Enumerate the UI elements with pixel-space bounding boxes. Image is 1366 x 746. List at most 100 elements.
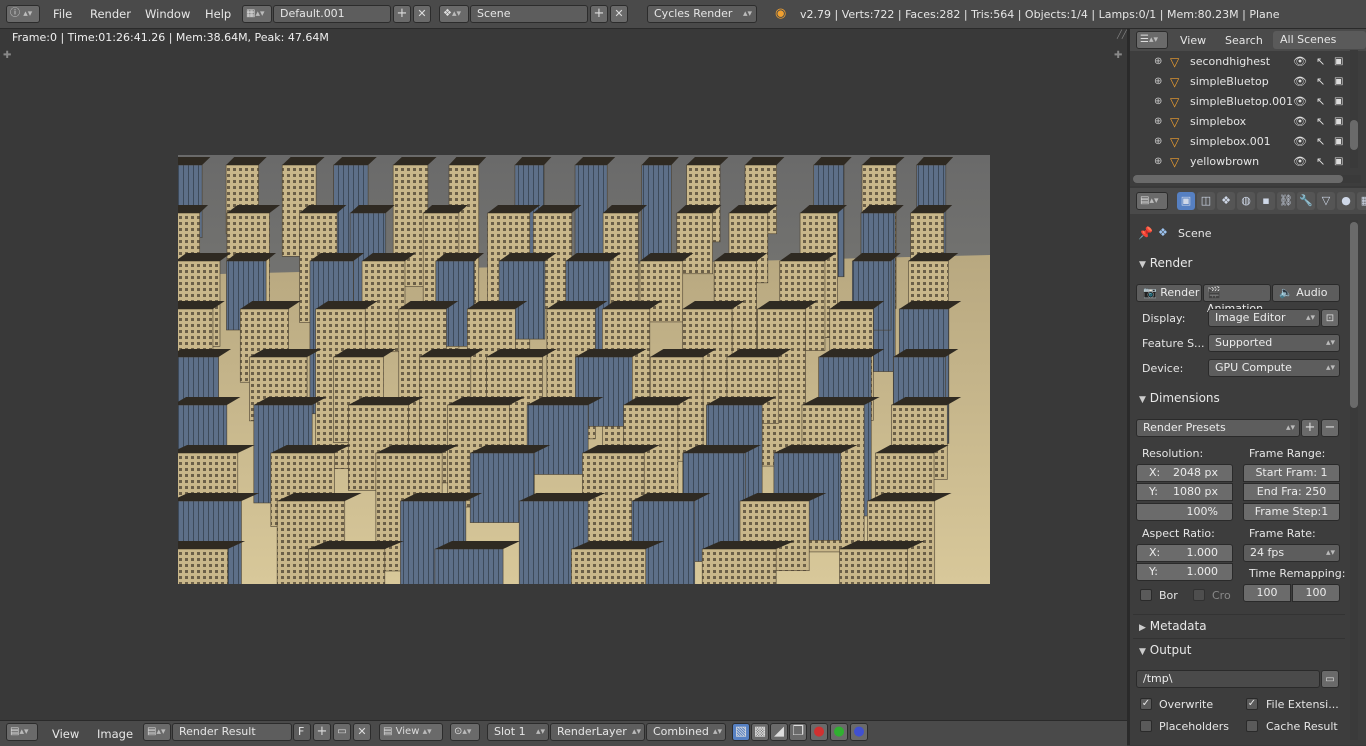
- overwrite-checkbox[interactable]: ✓: [1140, 698, 1152, 710]
- restrict-render-camera-icon[interactable]: ▣: [1334, 52, 1343, 72]
- render-pass-select[interactable]: Combined ▴▾: [646, 723, 726, 741]
- pin-icon[interactable]: 📌: [1138, 226, 1153, 240]
- render-layer-select[interactable]: RenderLayer ▴▾: [550, 723, 645, 741]
- properties-scroll-thumb[interactable]: [1350, 222, 1358, 408]
- properties-tab-data-icon[interactable]: ▽: [1317, 192, 1335, 210]
- feature-set-select[interactable]: Supported ▴▾: [1208, 334, 1340, 352]
- menu-render[interactable]: Render: [90, 7, 131, 21]
- properties-tab-constraints-icon[interactable]: ⛓: [1277, 192, 1295, 210]
- draw-image-alpha-button[interactable]: ▧: [732, 723, 750, 741]
- properties-tab-modifiers-icon[interactable]: 🔧: [1297, 192, 1315, 210]
- expand-plus-icon[interactable]: ⊕: [1154, 112, 1162, 132]
- image-name-field[interactable]: Render Result: [172, 723, 292, 741]
- restrict-view-eye-icon[interactable]: 👁: [1293, 52, 1307, 72]
- aspect-y-field[interactable]: Y: 1.000: [1136, 563, 1233, 581]
- render-engine-select[interactable]: Cycles Render ▴▾: [647, 5, 757, 23]
- outliner-hscrollbar[interactable]: [1133, 175, 1361, 183]
- placeholders-checkbox[interactable]: [1140, 720, 1152, 732]
- restrict-view-eye-icon[interactable]: 👁: [1293, 112, 1307, 132]
- outliner-editor-type-button[interactable]: ☰▴▾: [1136, 31, 1168, 49]
- draw-alpha-button[interactable]: ▩: [751, 723, 769, 741]
- pivot-select[interactable]: ⊙▴▾: [450, 723, 480, 741]
- time-remap-new-field[interactable]: 100: [1292, 584, 1340, 602]
- outliner-row[interactable]: ⊕ ▽ simpleBluetop.001 👁 ↖ ▣: [1130, 92, 1350, 112]
- file-extensions-checkbox[interactable]: ✓: [1246, 698, 1258, 710]
- display-select[interactable]: Image Editor ▴▾: [1208, 309, 1320, 327]
- remove-preset-button[interactable]: −: [1321, 419, 1339, 437]
- cache-result-checkbox[interactable]: [1246, 720, 1258, 732]
- expand-plus-icon[interactable]: ⊕: [1154, 52, 1162, 72]
- restrict-render-camera-icon[interactable]: ▣: [1334, 92, 1343, 112]
- editor-type-info-button[interactable]: ⓘ ▴▾: [6, 5, 40, 23]
- open-image-button[interactable]: ▭: [333, 723, 351, 741]
- animation-button[interactable]: 🎬Animation: [1203, 284, 1271, 315]
- lock-interface-button[interactable]: ⊡: [1321, 309, 1339, 327]
- properties-editor-type-button[interactable]: ▤▴▾: [1136, 192, 1168, 210]
- restrict-select-cursor-icon[interactable]: ↖: [1316, 72, 1325, 92]
- restrict-view-eye-icon[interactable]: 👁: [1293, 152, 1307, 172]
- menu-file[interactable]: File: [53, 7, 72, 21]
- screen-layout-browse-button[interactable]: ▦▴▾: [242, 5, 272, 23]
- restrict-view-eye-icon[interactable]: 👁: [1293, 72, 1307, 92]
- restrict-select-cursor-icon[interactable]: ↖: [1316, 152, 1325, 172]
- restrict-select-cursor-icon[interactable]: ↖: [1316, 132, 1325, 152]
- red-channel-button[interactable]: ●: [810, 723, 828, 741]
- outliner-tab-view[interactable]: View: [1180, 34, 1206, 47]
- screen-layout-name-field[interactable]: Default.001: [273, 5, 391, 23]
- add-scene-button[interactable]: +: [590, 5, 608, 23]
- aspect-x-field[interactable]: X: 1.000: [1136, 544, 1233, 562]
- dimensions-panel-header[interactable]: ▼ Dimensions: [1133, 387, 1345, 409]
- properties-tab-material-icon[interactable]: ●: [1337, 192, 1355, 210]
- border-checkbox[interactable]: [1140, 589, 1152, 601]
- delete-scene-button[interactable]: ✕: [610, 5, 628, 23]
- outliner-row[interactable]: ⊕ ▽ simplebox 👁 ↖ ▣: [1130, 112, 1350, 132]
- editor-type-image-button[interactable]: ▤▴▾: [6, 723, 38, 741]
- new-image-button[interactable]: +: [313, 723, 331, 741]
- add-preset-button[interactable]: +: [1301, 419, 1319, 437]
- resolution-percentage-field[interactable]: 100%: [1136, 503, 1233, 521]
- resolution-x-field[interactable]: X: 2048 px: [1136, 464, 1233, 482]
- area-split-handle-left[interactable]: ✚: [3, 50, 11, 61]
- add-layout-button[interactable]: +: [393, 5, 411, 23]
- object-name[interactable]: secondhighest: [1190, 52, 1270, 72]
- outliner-row[interactable]: ⊕ ▽ secondhighest 👁 ↖ ▣: [1130, 52, 1350, 72]
- outliner-scrollbar[interactable]: [1350, 50, 1358, 168]
- scene-name-field[interactable]: Scene: [470, 5, 588, 23]
- view-mode-select[interactable]: ▤ View ▴▾: [379, 723, 443, 741]
- restrict-render-camera-icon[interactable]: ▣: [1334, 152, 1343, 172]
- restrict-render-camera-icon[interactable]: ▣: [1334, 72, 1343, 92]
- crop-checkbox[interactable]: [1193, 589, 1205, 601]
- copy-button[interactable]: ❐: [789, 723, 807, 741]
- device-select[interactable]: GPU Compute ▴▾: [1208, 359, 1340, 377]
- outliner-row[interactable]: ⊕ ▽ simpleBluetop 👁 ↖ ▣: [1130, 72, 1350, 92]
- time-remap-old-field[interactable]: 100: [1243, 584, 1291, 602]
- render-panel-header[interactable]: ▼ Render: [1133, 252, 1345, 274]
- green-channel-button[interactable]: ●: [830, 723, 848, 741]
- restrict-select-cursor-icon[interactable]: ↖: [1316, 92, 1325, 112]
- restrict-select-cursor-icon[interactable]: ↖: [1316, 52, 1325, 72]
- menu-window[interactable]: Window: [145, 7, 190, 21]
- object-name[interactable]: simplebox: [1190, 112, 1246, 132]
- resolution-y-field[interactable]: Y: 1080 px: [1136, 483, 1233, 501]
- properties-tab-scene-context-icon[interactable]: ❖: [1217, 192, 1235, 210]
- menu-help[interactable]: Help: [205, 7, 231, 21]
- expand-plus-icon[interactable]: ⊕: [1154, 152, 1162, 172]
- object-name[interactable]: simpleBluetop: [1190, 72, 1269, 92]
- object-name[interactable]: yellowbrown: [1190, 152, 1259, 172]
- object-name[interactable]: simplebox.001: [1190, 132, 1271, 152]
- restrict-view-eye-icon[interactable]: 👁: [1293, 132, 1307, 152]
- properties-tab-render-context-icon[interactable]: ▣: [1177, 192, 1195, 210]
- blue-channel-button[interactable]: ●: [850, 723, 868, 741]
- outliner-row[interactable]: ⊕ ▽ simplebox.001 👁 ↖ ▣: [1130, 132, 1350, 152]
- restrict-render-camera-icon[interactable]: ▣: [1334, 132, 1343, 152]
- area-split-handle-right[interactable]: ✚: [1114, 50, 1122, 61]
- output-path-field[interactable]: /tmp\: [1136, 670, 1320, 688]
- browse-output-button[interactable]: ▭: [1321, 670, 1339, 688]
- outliner-row[interactable]: ⊕ ▽ yellowbrown 👁 ↖ ▣: [1130, 152, 1350, 172]
- delete-layout-button[interactable]: ✕: [413, 5, 431, 23]
- object-name[interactable]: simpleBluetop.001: [1190, 92, 1293, 112]
- restrict-select-cursor-icon[interactable]: ↖: [1316, 112, 1325, 132]
- image-browse-button[interactable]: ▤▴▾: [143, 723, 171, 741]
- render-button[interactable]: 📷 Render: [1136, 284, 1202, 302]
- unlink-image-button[interactable]: ✕: [353, 723, 371, 741]
